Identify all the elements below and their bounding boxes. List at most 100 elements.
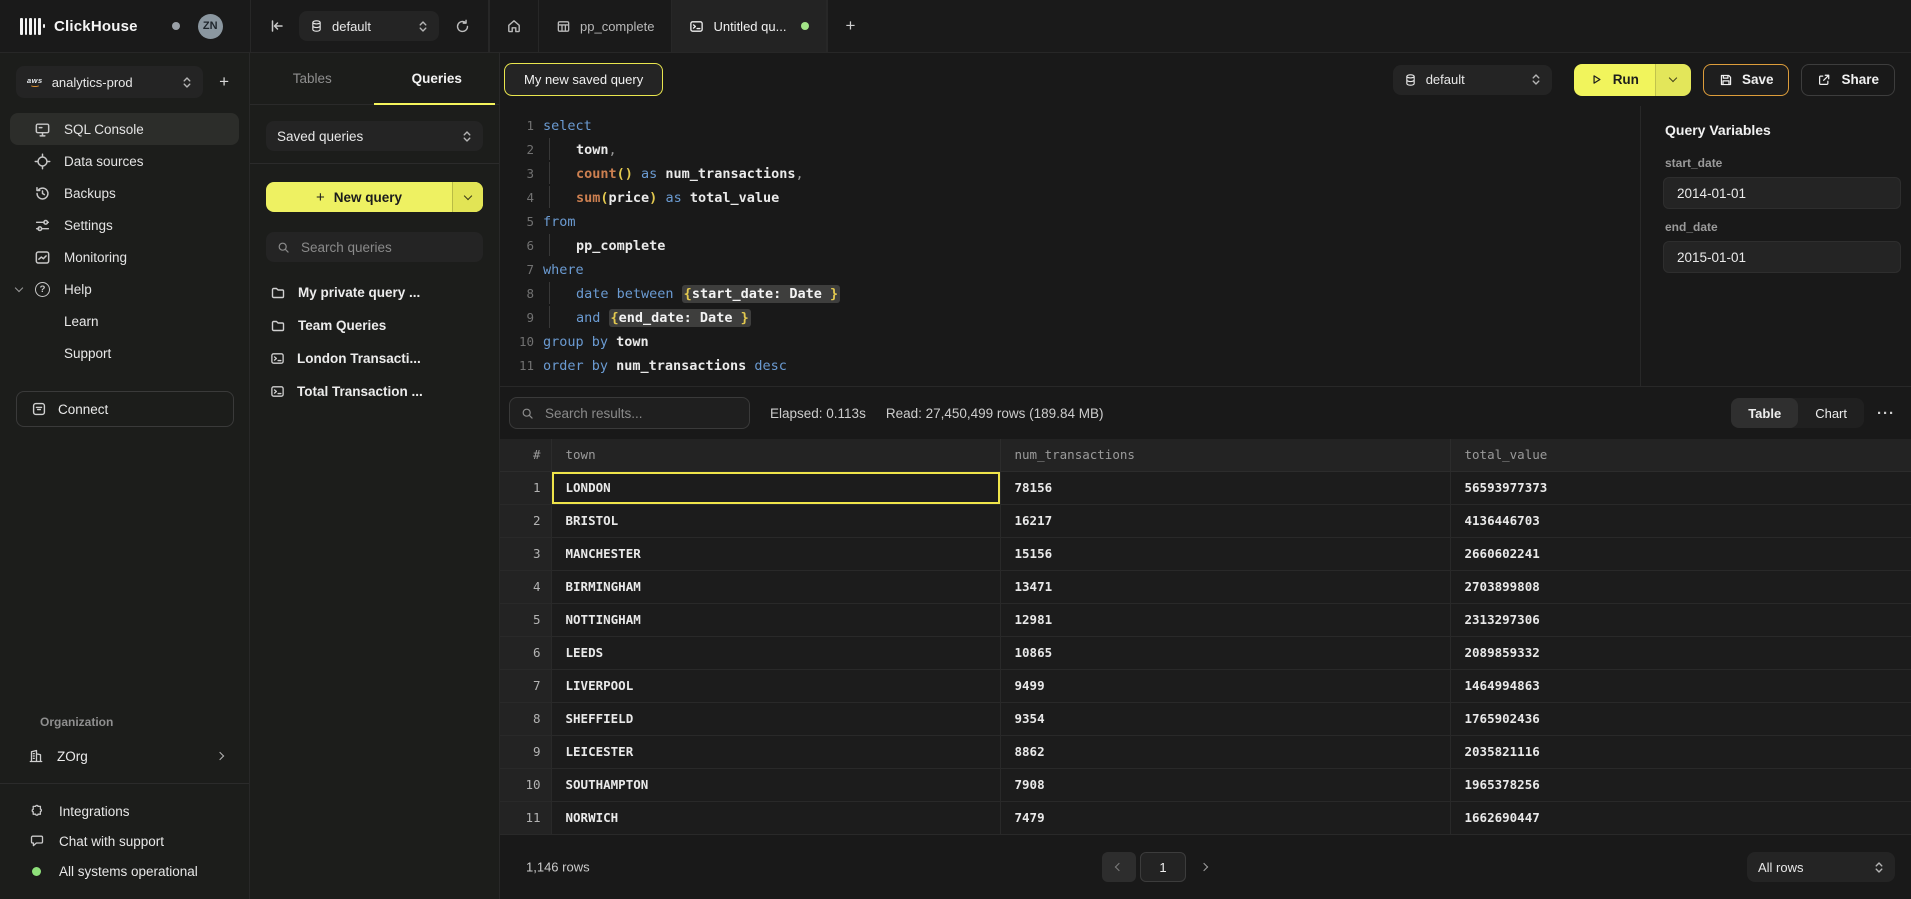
collapse-sidebar-icon[interactable] xyxy=(269,18,285,34)
database-selector[interactable]: default xyxy=(299,11,439,41)
row-number-cell[interactable]: 11 xyxy=(500,801,551,834)
sidebar-item-backups[interactable]: Backups xyxy=(10,177,239,209)
connect-button[interactable]: Connect xyxy=(16,391,234,427)
data-cell[interactable]: 8862 xyxy=(1000,735,1450,768)
tab-tables[interactable]: Tables xyxy=(250,53,375,104)
saved-query-item[interactable]: My private query ... xyxy=(266,276,483,309)
data-cell[interactable]: 1662690447 xyxy=(1450,801,1911,834)
code-line: 1select xyxy=(500,114,1640,138)
share-button[interactable]: Share xyxy=(1801,64,1895,96)
column-header[interactable]: num_transactions xyxy=(1000,439,1450,471)
view-toggle-chart[interactable]: Chart xyxy=(1798,398,1864,428)
tab-untitled-query[interactable]: Untitled qu... xyxy=(671,0,826,52)
sidebar-item-chat-support[interactable]: Chat with support xyxy=(0,826,249,856)
more-options-icon[interactable]: ··· xyxy=(1877,405,1895,422)
data-cell[interactable]: SOUTHAMPTON xyxy=(551,768,1000,801)
data-cell[interactable]: 10865 xyxy=(1000,636,1450,669)
save-button[interactable]: Save xyxy=(1703,64,1790,96)
row-number-cell[interactable]: 4 xyxy=(500,570,551,603)
data-cell[interactable]: NOTTINGHAM xyxy=(551,603,1000,636)
next-page-button[interactable] xyxy=(1201,864,1207,870)
tab-pp-complete[interactable]: pp_complete xyxy=(538,0,671,52)
sidebar-item-settings[interactable]: Settings xyxy=(10,209,239,241)
data-cell[interactable]: LONDON xyxy=(551,471,1000,504)
saved-query-item[interactable]: Total Transaction ... xyxy=(266,375,483,408)
data-cell[interactable]: LEEDS xyxy=(551,636,1000,669)
run-options-dropdown[interactable] xyxy=(1655,64,1691,96)
sidebar-item-integrations[interactable]: Integrations xyxy=(0,796,249,826)
row-number-cell[interactable]: 10 xyxy=(500,768,551,801)
sidebar-item-data-sources[interactable]: Data sources xyxy=(10,145,239,177)
data-cell[interactable]: 4136446703 xyxy=(1450,504,1911,537)
data-cell[interactable]: 7908 xyxy=(1000,768,1450,801)
service-selector[interactable]: aws analytics-prod xyxy=(16,66,203,98)
row-number-cell[interactable]: 1 xyxy=(500,471,551,504)
tab-queries[interactable]: Queries xyxy=(375,53,500,104)
run-database-selector[interactable]: default xyxy=(1393,65,1552,95)
saved-queries-selector[interactable]: Saved queries xyxy=(266,121,483,151)
row-number-cell[interactable]: 5 xyxy=(500,603,551,636)
column-header[interactable]: # xyxy=(500,439,551,471)
new-query-button[interactable]: + New query xyxy=(266,182,483,212)
row-number-cell[interactable]: 6 xyxy=(500,636,551,669)
row-number-cell[interactable]: 8 xyxy=(500,702,551,735)
sidebar-item-support[interactable]: Support xyxy=(10,337,239,369)
data-cell[interactable]: 2660602241 xyxy=(1450,537,1911,570)
refresh-icon[interactable] xyxy=(455,19,470,34)
data-cell[interactable]: 78156 xyxy=(1000,471,1450,504)
view-toggle-table[interactable]: Table xyxy=(1731,398,1798,428)
row-number-cell[interactable]: 7 xyxy=(500,669,551,702)
add-service-button[interactable]: + xyxy=(213,70,235,94)
data-cell[interactable]: LIVERPOOL xyxy=(551,669,1000,702)
data-cell[interactable]: MANCHESTER xyxy=(551,537,1000,570)
data-cell[interactable]: 56593977373 xyxy=(1450,471,1911,504)
sidebar-item-learn[interactable]: Learn xyxy=(10,305,239,337)
avatar[interactable]: ZN xyxy=(198,14,223,39)
data-cell[interactable]: SHEFFIELD xyxy=(551,702,1000,735)
saved-query-item[interactable]: London Transacti... xyxy=(266,342,483,375)
status-all-systems[interactable]: All systems operational xyxy=(0,856,249,886)
column-header[interactable]: town xyxy=(551,439,1000,471)
organization-label: Organization xyxy=(0,715,249,729)
data-cell[interactable]: 7479 xyxy=(1000,801,1450,834)
sidebar-item-sql-console[interactable]: SQL Console xyxy=(10,113,239,145)
row-number-cell[interactable]: 9 xyxy=(500,735,551,768)
sql-editor[interactable]: 1select2town,3count() as num_transaction… xyxy=(500,106,1640,386)
saved-query-item[interactable]: Team Queries xyxy=(266,309,483,342)
tab-home[interactable] xyxy=(489,0,538,52)
data-cell[interactable]: BIRMINGHAM xyxy=(551,570,1000,603)
data-cell[interactable]: 9499 xyxy=(1000,669,1450,702)
saved-query-tab[interactable]: My new saved query xyxy=(504,63,663,96)
data-cell[interactable]: 2089859332 xyxy=(1450,636,1911,669)
data-cell[interactable]: 2703899808 xyxy=(1450,570,1911,603)
sidebar-item-monitoring[interactable]: Monitoring xyxy=(10,241,239,273)
end-date-input[interactable] xyxy=(1663,241,1901,273)
data-cell[interactable]: 12981 xyxy=(1000,603,1450,636)
data-cell[interactable]: 13471 xyxy=(1000,570,1450,603)
data-cell[interactable]: 1765902436 xyxy=(1450,702,1911,735)
data-cell[interactable]: 1464994863 xyxy=(1450,669,1911,702)
column-header[interactable]: total_value xyxy=(1450,439,1911,471)
previous-page-button[interactable] xyxy=(1102,852,1136,882)
sidebar-item-help[interactable]: ? Help xyxy=(10,273,239,305)
start-date-input[interactable] xyxy=(1663,177,1901,209)
search-results-input[interactable] xyxy=(543,405,738,422)
data-cell[interactable]: 2313297306 xyxy=(1450,603,1911,636)
data-cell[interactable]: 15156 xyxy=(1000,537,1450,570)
current-page[interactable]: 1 xyxy=(1140,852,1186,882)
data-cell[interactable]: 9354 xyxy=(1000,702,1450,735)
run-button[interactable]: Run xyxy=(1574,64,1691,96)
row-number-cell[interactable]: 3 xyxy=(500,537,551,570)
page-size-selector[interactable]: All rows xyxy=(1747,852,1895,882)
data-cell[interactable]: 1965378256 xyxy=(1450,768,1911,801)
data-cell[interactable]: 16217 xyxy=(1000,504,1450,537)
new-query-dropdown[interactable] xyxy=(452,182,483,212)
organization-item[interactable]: ZOrg xyxy=(0,739,249,773)
row-number-cell[interactable]: 2 xyxy=(500,504,551,537)
data-cell[interactable]: BRISTOL xyxy=(551,504,1000,537)
data-cell[interactable]: NORWICH xyxy=(551,801,1000,834)
data-cell[interactable]: 2035821116 xyxy=(1450,735,1911,768)
search-queries-input[interactable] xyxy=(299,239,480,256)
data-cell[interactable]: LEICESTER xyxy=(551,735,1000,768)
new-tab-button[interactable]: + xyxy=(827,0,872,52)
